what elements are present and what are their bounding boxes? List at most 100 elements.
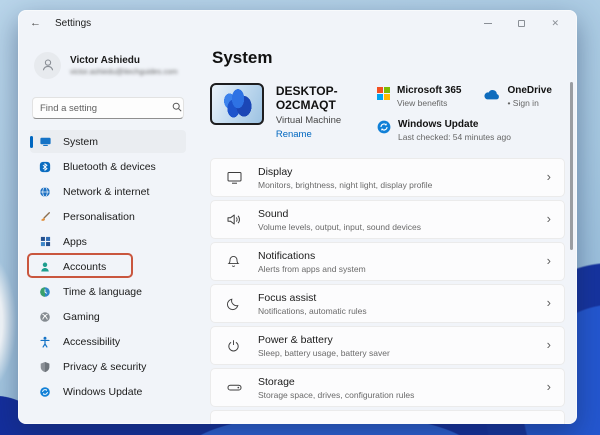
chevron-right-icon: › — [547, 380, 551, 395]
row-title: Sound — [258, 208, 421, 220]
user-name: Victor Ashiedu — [70, 55, 178, 66]
sidebar-item-accessibility[interactable]: Accessibility — [30, 330, 186, 353]
sidebar-nav: System Bluetooth & devices Network & int… — [30, 130, 186, 403]
chevron-right-icon: › — [547, 170, 551, 185]
onedrive-cloud-icon — [483, 87, 500, 105]
chevron-right-icon: › — [547, 254, 551, 269]
row-title: Storage — [258, 376, 414, 388]
windows-update-card[interactable]: Windows Update Last checked: 54 minutes … — [377, 119, 565, 142]
bluetooth-icon — [38, 160, 52, 174]
row-subtitle: Storage space, drives, configuration rul… — [258, 390, 414, 400]
gaming-xbox-icon — [38, 310, 52, 324]
onedrive-card[interactable]: OneDrive • Sign in — [483, 85, 551, 108]
sidebar-item-gaming[interactable]: Gaming — [30, 305, 186, 328]
time-language-globe-icon — [38, 285, 52, 299]
user-profile[interactable]: Victor Ashiedu victor.ashiedu@itechguide… — [34, 46, 184, 84]
device-type: Virtual Machine — [276, 115, 377, 126]
device-name: DESKTOP-O2CMAQT — [276, 84, 377, 112]
row-storage[interactable]: Storage Storage space, drives, configura… — [210, 368, 565, 407]
row-notifications[interactable]: Notifications Alerts from apps and syste… — [210, 242, 565, 281]
row-subtitle: Notifications, automatic rules — [258, 306, 367, 316]
quick-cards: Microsoft 365 View benefits OneDrive — [377, 83, 565, 142]
privacy-shield-icon — [38, 360, 52, 374]
microsoft-365-card[interactable]: Microsoft 365 View benefits — [377, 85, 461, 108]
personalisation-brush-icon — [38, 210, 52, 224]
window-title: Settings — [55, 18, 91, 29]
search-box[interactable] — [32, 97, 184, 119]
settings-rows: Display Monitors, brightness, night ligh… — [210, 158, 565, 424]
sidebar-item-network-internet[interactable]: Network & internet — [30, 180, 186, 203]
accessibility-person-icon — [38, 335, 52, 349]
sidebar-item-personalisation[interactable]: Personalisation — [30, 205, 186, 228]
sidebar-item-bluetooth-devices[interactable]: Bluetooth & devices — [30, 155, 186, 178]
sidebar-item-label: Accounts — [63, 261, 106, 273]
accounts-person-icon — [38, 260, 52, 274]
row-display[interactable]: Display Monitors, brightness, night ligh… — [210, 158, 565, 197]
chevron-right-icon: › — [547, 212, 551, 227]
sidebar-item-label: Apps — [63, 236, 87, 248]
main-content: System DESKTOP-O2CMAQT Virtual Machine R… — [198, 36, 577, 424]
window-controls: ✕ — [484, 19, 565, 28]
device-thumbnail — [210, 83, 264, 125]
windows-update-icon — [38, 385, 52, 399]
card-title: OneDrive — [507, 85, 551, 96]
row-focus-assist[interactable]: Focus assist Notifications, automatic ru… — [210, 284, 565, 323]
search-icon — [172, 99, 182, 117]
selected-indicator — [30, 136, 33, 148]
row-subtitle: Alerts from apps and system — [258, 264, 366, 274]
row-title: Power & battery — [258, 334, 390, 346]
desktop-wallpaper: ← Settings ✕ Victor Ashiedu victor.ashie… — [0, 0, 600, 435]
storage-drive-icon — [226, 380, 243, 395]
sidebar-item-label: System — [63, 136, 98, 148]
sidebar-item-label: Windows Update — [63, 386, 142, 398]
display-icon — [226, 170, 243, 185]
bell-icon — [226, 254, 243, 269]
minimize-icon[interactable] — [484, 23, 492, 24]
card-title: Microsoft 365 — [397, 85, 461, 96]
back-arrow-icon[interactable]: ← — [30, 17, 41, 29]
sidebar-item-label: Personalisation — [63, 211, 135, 223]
sidebar-item-label: Bluetooth & devices — [63, 161, 156, 173]
rename-link[interactable]: Rename — [276, 129, 377, 140]
card-title: Windows Update — [398, 119, 511, 130]
sidebar-item-label: Gaming — [63, 311, 100, 323]
row-subtitle: Sleep, battery usage, battery saver — [258, 348, 390, 358]
sidebar-item-system[interactable]: System — [30, 130, 186, 153]
microsoft-logo — [377, 87, 390, 100]
sidebar-item-windows-update[interactable]: Windows Update — [30, 380, 186, 403]
row-multi-tasking[interactable]: Multi-tasking › — [210, 410, 565, 424]
windows-update-icon — [377, 120, 391, 139]
speaker-icon — [226, 212, 243, 227]
row-sound[interactable]: Sound Volume levels, output, input, soun… — [210, 200, 565, 239]
chevron-right-icon: › — [547, 422, 551, 424]
sidebar-item-label: Time & language — [63, 286, 142, 298]
sidebar-item-accounts[interactable]: Accounts — [30, 255, 186, 278]
settings-window: ← Settings ✕ Victor Ashiedu victor.ashie… — [18, 10, 577, 424]
avatar — [34, 52, 61, 79]
row-title: Display — [258, 166, 432, 178]
row-subtitle: Monitors, brightness, night light, displ… — [258, 180, 432, 190]
sidebar-item-time-language[interactable]: Time & language — [30, 280, 186, 303]
close-icon[interactable]: ✕ — [551, 19, 559, 28]
search-input[interactable] — [40, 103, 172, 114]
sidebar-item-privacy-security[interactable]: Privacy & security — [30, 355, 186, 378]
card-subtitle: Last checked: 54 minutes ago — [398, 132, 511, 142]
sidebar-item-label: Privacy & security — [63, 361, 146, 373]
chevron-right-icon: › — [547, 296, 551, 311]
apps-grid-icon — [38, 235, 52, 249]
network-globe-icon — [38, 185, 52, 199]
user-email-blurred: victor.ashiedu@itechguides.com — [70, 67, 178, 76]
row-power-battery[interactable]: Power & battery Sleep, battery usage, ba… — [210, 326, 565, 365]
row-title: Focus assist — [258, 292, 367, 304]
card-subtitle: View benefits — [397, 98, 461, 108]
chevron-right-icon: › — [547, 338, 551, 353]
multitask-windows-icon — [226, 422, 243, 424]
page-title: System — [212, 48, 565, 68]
sidebar-item-apps[interactable]: Apps — [30, 230, 186, 253]
maximize-icon[interactable] — [518, 20, 525, 27]
device-section: DESKTOP-O2CMAQT Virtual Machine Rename — [210, 83, 565, 142]
scrollbar[interactable] — [570, 82, 573, 250]
sidebar-item-label: Accessibility — [63, 336, 120, 348]
row-title: Notifications — [258, 250, 366, 262]
row-subtitle: Volume levels, output, input, sound devi… — [258, 222, 421, 232]
